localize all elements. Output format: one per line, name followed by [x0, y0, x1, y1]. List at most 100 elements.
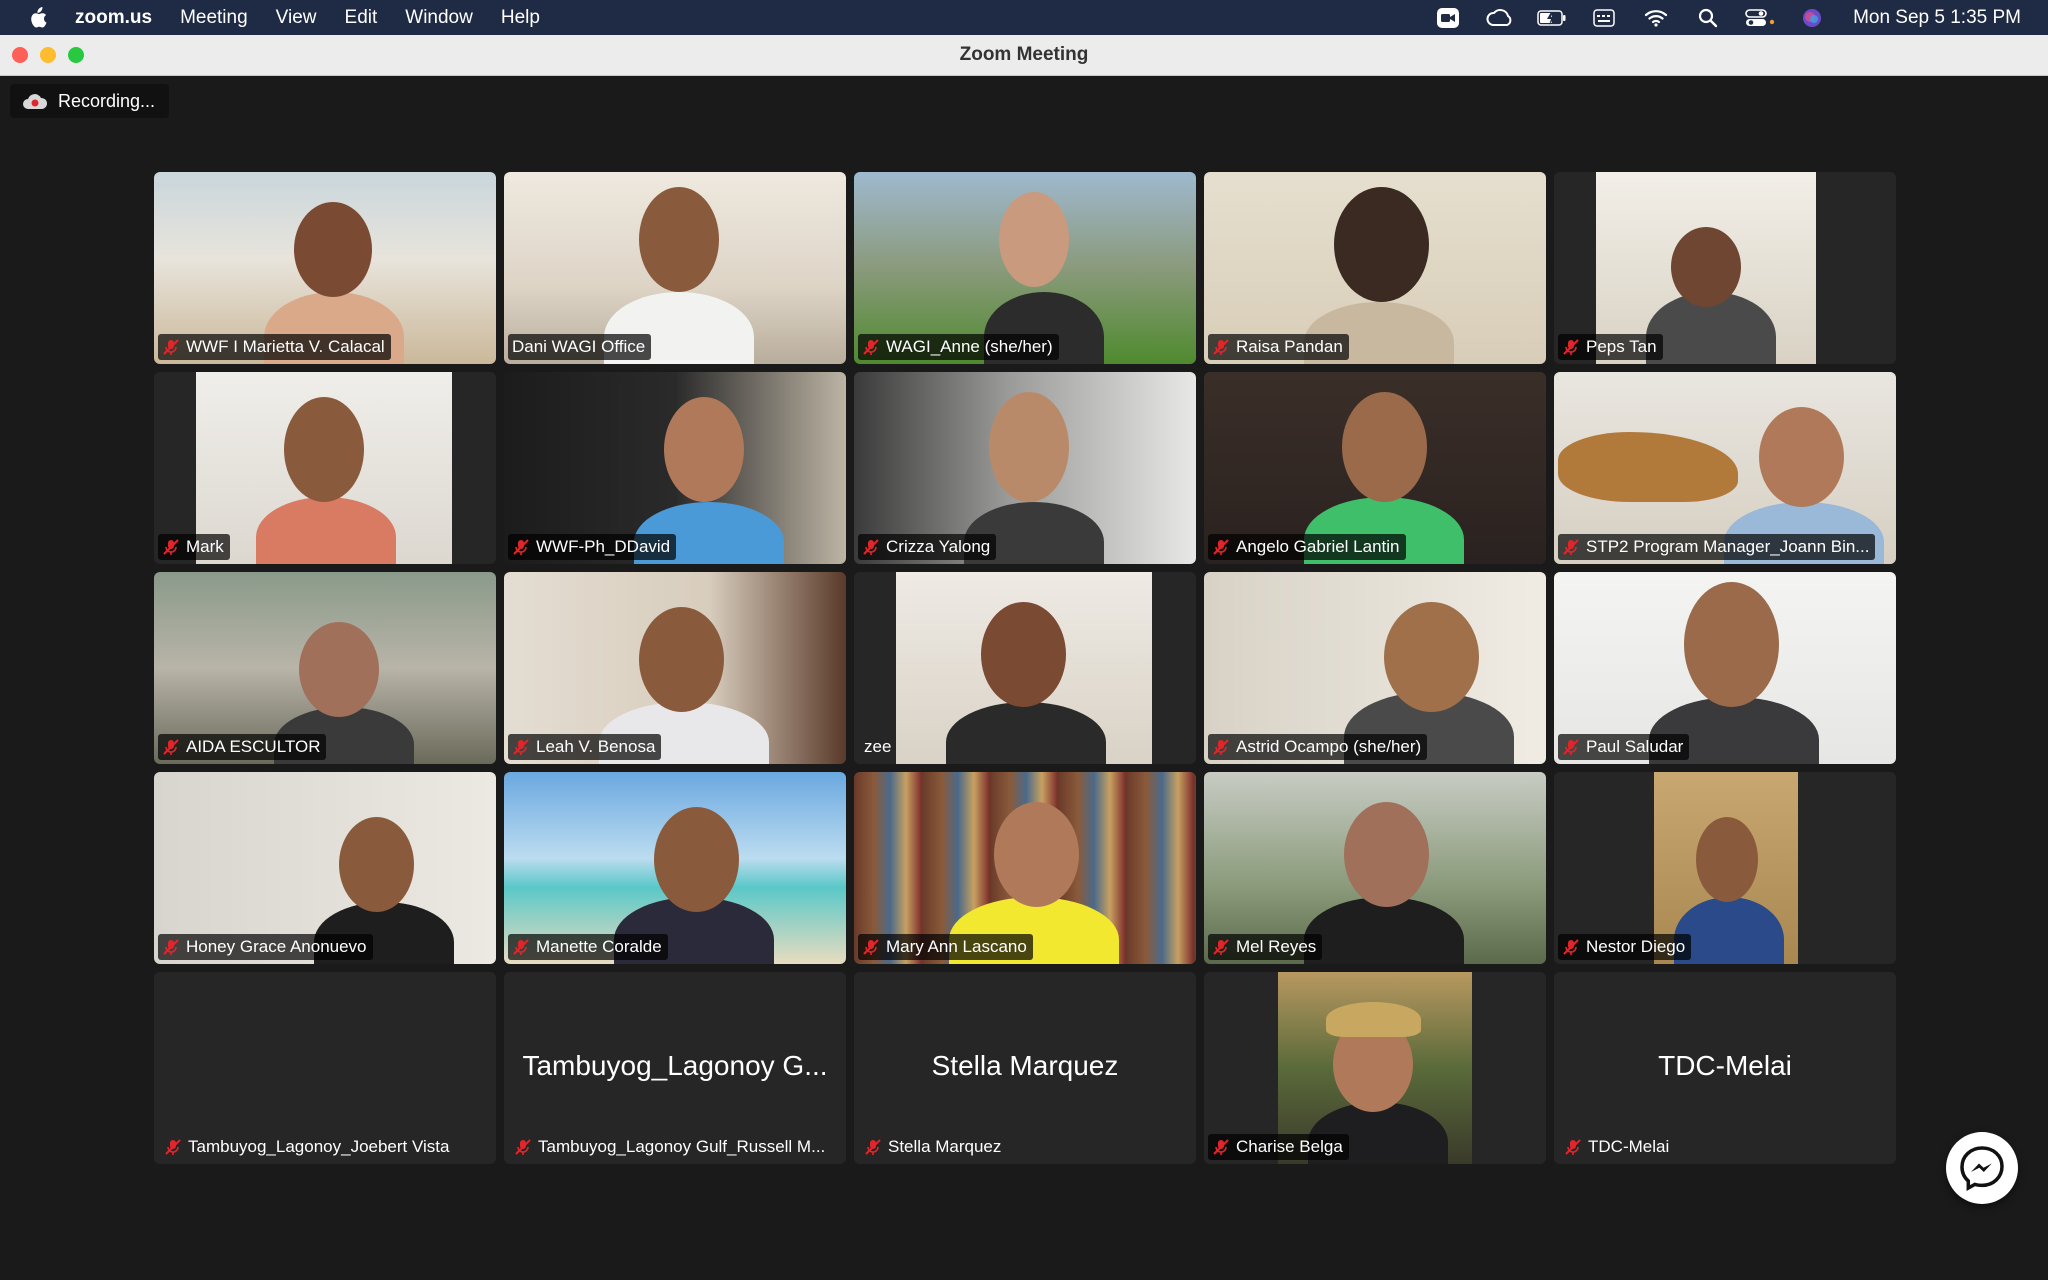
- participant-tile[interactable]: Raisa Pandan: [1204, 172, 1546, 364]
- muted-mic-icon: [1213, 539, 1229, 555]
- meeting-area: Recording... WWF I Marietta V. Calacal D…: [0, 76, 2048, 1280]
- participant-name-tag: Mary Ann Lascano: [858, 934, 1033, 960]
- participant-name-tag: zee: [858, 734, 897, 760]
- participant-tile[interactable]: WWF-Ph_DDavid: [504, 372, 846, 564]
- participant-tile-video-off[interactable]: Tambuyog_Lagonoy G... Tambuyog_Lagonoy G…: [504, 972, 846, 1164]
- participant-tile-video-off[interactable]: Tambuyog_Lagonoy_Joebert Vista: [154, 972, 496, 1164]
- participant-tile[interactable]: Dani WAGI Office: [504, 172, 846, 364]
- control-center-icon[interactable]: [1745, 7, 1775, 29]
- menu-view[interactable]: View: [276, 7, 317, 29]
- keyboard-input-icon[interactable]: [1589, 7, 1619, 29]
- window-title: Zoom Meeting: [959, 44, 1089, 65]
- participant-tile-video-off[interactable]: TDC-Melai TDC-Melai: [1554, 972, 1896, 1164]
- participant-name: Paul Saludar: [1586, 737, 1684, 756]
- menu-meeting[interactable]: Meeting: [180, 7, 248, 29]
- participant-name-tag: Crizza Yalong: [858, 534, 997, 560]
- participant-tile[interactable]: Crizza Yalong: [854, 372, 1196, 564]
- zoom-camera-icon[interactable]: [1433, 7, 1463, 29]
- participant-tile-active-speaker[interactable]: STP2 Program Manager_Joann Bin...: [1554, 372, 1896, 564]
- participant-tile[interactable]: Angelo Gabriel Lantin: [1204, 372, 1546, 564]
- participant-name: Crizza Yalong: [886, 537, 991, 556]
- participant-display-name: Stella Marquez: [931, 1050, 1119, 1081]
- participant-name: Nestor Diego: [1586, 937, 1686, 956]
- muted-mic-icon: [1563, 739, 1579, 755]
- participant-tile[interactable]: zee: [854, 572, 1196, 764]
- muted-mic-icon: [163, 739, 179, 755]
- participant-tile[interactable]: Honey Grace Anonuevo: [154, 772, 496, 964]
- muted-mic-icon: [513, 739, 529, 755]
- participant-name: Stella Marquez: [888, 1137, 1002, 1156]
- participant-tile[interactable]: WWF I Marietta V. Calacal: [154, 172, 496, 364]
- muted-mic-icon: [1563, 539, 1579, 555]
- recording-indicator[interactable]: Recording...: [10, 84, 170, 118]
- participant-name-tag: AIDA ESCULTOR: [158, 734, 327, 760]
- participant-name-tag: Dani WAGI Office: [508, 334, 652, 360]
- participant-name-tag: Tambuyog_Lagonoy Gulf_Russell M...: [508, 1134, 831, 1160]
- participant-tile[interactable]: Mary Ann Lascano: [854, 772, 1196, 964]
- participant-name: STP2 Program Manager_Joann Bin...: [1586, 537, 1870, 556]
- participant-tile[interactable]: Charise Belga: [1204, 972, 1546, 1164]
- participant-tile[interactable]: Peps Tan: [1554, 172, 1896, 364]
- cloud-recording-icon: [23, 94, 48, 109]
- menu-edit[interactable]: Edit: [345, 7, 378, 29]
- muted-mic-icon: [1565, 1139, 1581, 1155]
- participant-name: Mel Reyes: [1236, 937, 1317, 956]
- menu-bar: zoom.us Meeting View Edit Window Help Mo…: [0, 0, 2048, 35]
- muted-mic-icon: [513, 539, 529, 555]
- participant-tile[interactable]: Leah V. Benosa: [504, 572, 846, 764]
- participant-tile[interactable]: Nestor Diego: [1554, 772, 1896, 964]
- siri-icon[interactable]: [1797, 7, 1827, 29]
- participant-name: Raisa Pandan: [1236, 337, 1343, 356]
- participant-tile[interactable]: Astrid Ocampo (she/her): [1204, 572, 1546, 764]
- messenger-chat-button[interactable]: [1946, 1132, 2018, 1204]
- muted-mic-icon: [163, 339, 179, 355]
- participant-tile[interactable]: AIDA ESCULTOR: [154, 572, 496, 764]
- participant-name-tag: Leah V. Benosa: [508, 734, 662, 760]
- wifi-icon[interactable]: [1641, 7, 1671, 29]
- creative-cloud-icon[interactable]: [1485, 7, 1515, 29]
- muted-mic-icon: [1213, 939, 1229, 955]
- participant-name-tag: Mark: [158, 534, 230, 560]
- muted-mic-icon: [865, 1139, 881, 1155]
- participant-name: Mark: [186, 537, 224, 556]
- menu-app-name[interactable]: zoom.us: [75, 7, 152, 29]
- menubar-clock[interactable]: Mon Sep 5 1:35 PM: [1853, 7, 2021, 29]
- participant-name-tag: WAGI_Anne (she/her): [858, 334, 1059, 360]
- participant-tile[interactable]: Mark: [154, 372, 496, 564]
- gallery-grid: WWF I Marietta V. Calacal Dani WAGI Offi…: [154, 172, 1896, 1164]
- menu-help[interactable]: Help: [501, 7, 540, 29]
- participant-tile[interactable]: WAGI_Anne (she/her): [854, 172, 1196, 364]
- participant-name: TDC-Melai: [1588, 1137, 1670, 1156]
- participant-name-tag: Manette Coralde: [508, 934, 668, 960]
- participant-name: WAGI_Anne (she/her): [886, 337, 1053, 356]
- muted-mic-icon: [863, 539, 879, 555]
- participant-name-tag: Mel Reyes: [1208, 934, 1323, 960]
- apple-icon[interactable]: [26, 6, 48, 30]
- participant-video: [896, 572, 1152, 764]
- participant-name: WWF I Marietta V. Calacal: [186, 337, 385, 356]
- participant-name-tag: Stella Marquez: [858, 1134, 1007, 1160]
- participant-display-name: TDC-Melai: [1658, 1050, 1792, 1081]
- participant-name-tag: Astrid Ocampo (she/her): [1208, 734, 1428, 760]
- muted-mic-icon: [1213, 739, 1229, 755]
- participant-name: AIDA ESCULTOR: [186, 737, 321, 756]
- participant-tile[interactable]: Paul Saludar: [1554, 572, 1896, 764]
- menu-window[interactable]: Window: [405, 7, 473, 29]
- spotlight-search-icon[interactable]: [1693, 7, 1723, 29]
- participant-tile-video-off[interactable]: Stella Marquez Stella Marquez: [854, 972, 1196, 1164]
- participant-name-tag: Peps Tan: [1558, 334, 1663, 360]
- participant-name: Astrid Ocampo (she/her): [1236, 737, 1422, 756]
- battery-icon[interactable]: [1537, 7, 1567, 29]
- participant-tile[interactable]: Manette Coralde: [504, 772, 846, 964]
- participant-name: WWF-Ph_DDavid: [536, 537, 671, 556]
- muted-mic-icon: [1213, 1139, 1229, 1155]
- participant-name: Tambuyog_Lagonoy_Joebert Vista: [188, 1137, 450, 1156]
- muted-mic-icon: [163, 939, 179, 955]
- participant-name: Manette Coralde: [536, 937, 662, 956]
- muted-mic-icon: [1563, 939, 1579, 955]
- participant-name: Peps Tan: [1586, 337, 1657, 356]
- muted-mic-icon: [165, 1139, 181, 1155]
- muted-mic-icon: [1213, 339, 1229, 355]
- recording-label: Recording...: [58, 90, 156, 111]
- participant-tile[interactable]: Mel Reyes: [1204, 772, 1546, 964]
